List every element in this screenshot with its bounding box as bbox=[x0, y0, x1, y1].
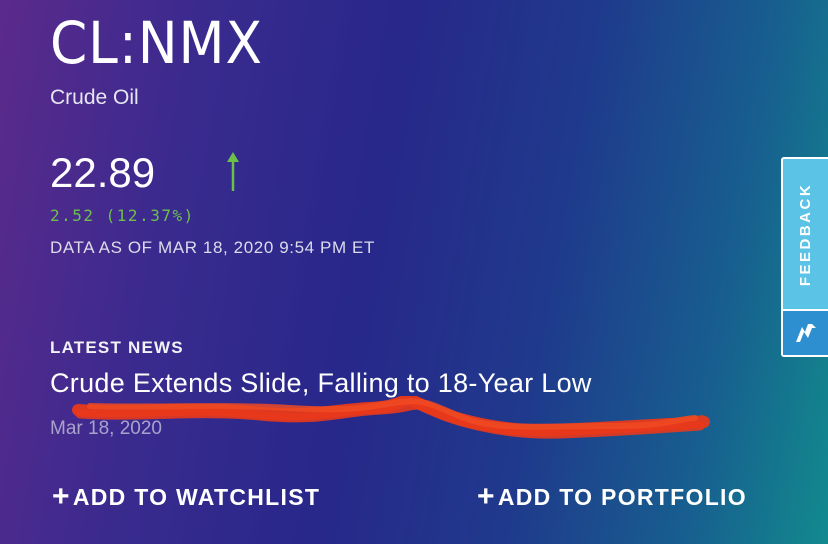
add-to-portfolio-button[interactable]: + ADD TO PORTFOLIO bbox=[477, 482, 747, 512]
news-headline-link[interactable]: Crude Extends Slide, Falling to 18-Year … bbox=[50, 368, 592, 399]
data-timestamp: DATA AS OF MAR 18, 2020 9:54 PM ET bbox=[50, 238, 375, 257]
brand-logo-icon bbox=[783, 309, 828, 355]
add-to-portfolio-label: ADD TO PORTFOLIO bbox=[497, 483, 747, 510]
red-scribble-annotation bbox=[72, 396, 710, 439]
feedback-label: FEEDBACK bbox=[797, 182, 814, 286]
feedback-tab[interactable]: FEEDBACK bbox=[781, 157, 828, 357]
last-price: 22.89 bbox=[50, 149, 156, 196]
plus-icon: + bbox=[477, 480, 496, 513]
instrument-name: Crude Oil bbox=[50, 86, 139, 109]
feedback-label-wrap: FEEDBACK bbox=[783, 159, 828, 309]
ticker-symbol: CL:NMX bbox=[50, 9, 263, 77]
add-to-watchlist-label: ADD TO WATCHLIST bbox=[72, 483, 321, 510]
add-to-watchlist-button[interactable]: + ADD TO WATCHLIST bbox=[52, 482, 320, 512]
up-arrow-icon bbox=[227, 152, 239, 191]
plus-icon: + bbox=[52, 480, 71, 513]
latest-news-label: LATEST NEWS bbox=[50, 338, 184, 357]
price-change: 2.52 (12.37%) bbox=[50, 206, 195, 225]
